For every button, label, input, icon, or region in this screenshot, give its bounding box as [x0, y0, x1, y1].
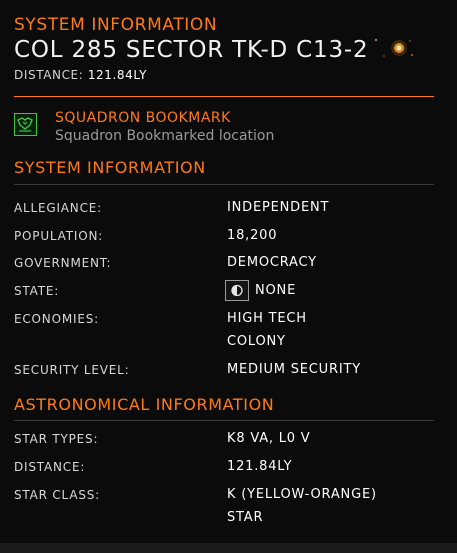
system-info-divider [14, 184, 434, 185]
distance-value: 121.84LY [87, 68, 148, 82]
system-name: COL 285 SECTOR TK-D C13-2 [14, 37, 369, 63]
star-class-label: STAR CLASS: [14, 488, 101, 502]
bookmark-title: SQUADRON BOOKMARK [55, 110, 231, 126]
system-info-heading: SYSTEM INFORMATION [14, 158, 206, 177]
allegiance-label: ALLEGIANCE: [14, 201, 102, 215]
star-types-label: STAR TYPES: [14, 432, 99, 446]
distance-label: DISTANCE: [14, 68, 84, 82]
header-divider [14, 96, 434, 97]
allegiance-value: INDEPENDENT [227, 200, 330, 215]
system-distance: DISTANCE: 121.84LY [14, 68, 147, 82]
panel-title: SYSTEM INFORMATION [14, 15, 218, 35]
star-class-value: K (YELLOW-ORANGE) [227, 487, 377, 502]
squadron-bookmark-icon [14, 113, 37, 136]
population-value: 18,200 [227, 228, 278, 243]
population-label: POPULATION: [14, 229, 104, 243]
bookmark-subtitle: Squadron Bookmarked location [55, 128, 275, 144]
astro-info-divider [14, 420, 434, 421]
astro-distance-value: 121.84LY [227, 459, 293, 474]
government-value: DEMOCRACY [227, 255, 317, 270]
state-label: STATE: [14, 284, 60, 298]
state-icon [225, 280, 249, 301]
economies-label: ECONOMIES: [14, 312, 99, 326]
security-level-label: SECURITY LEVEL: [14, 363, 130, 377]
star-types-value: K8 VA, L0 V [227, 431, 311, 446]
astro-info-heading: ASTRONOMICAL INFORMATION [14, 395, 275, 414]
panel-bottom-edge [0, 543, 457, 553]
economy-secondary: COLONY [227, 334, 286, 349]
astro-distance-label: DISTANCE: [14, 460, 86, 474]
system-emblem-icon [374, 38, 413, 57]
economy-primary: HIGH TECH [227, 311, 307, 326]
security-level-value: MEDIUM SECURITY [227, 362, 361, 377]
star-class-value-line2: STAR [227, 510, 264, 525]
state-value: NONE [255, 283, 297, 298]
system-info-panel: SYSTEM INFORMATION COL 285 SECTOR TK-D C… [0, 0, 457, 553]
government-label: GOVERNMENT: [14, 256, 112, 270]
